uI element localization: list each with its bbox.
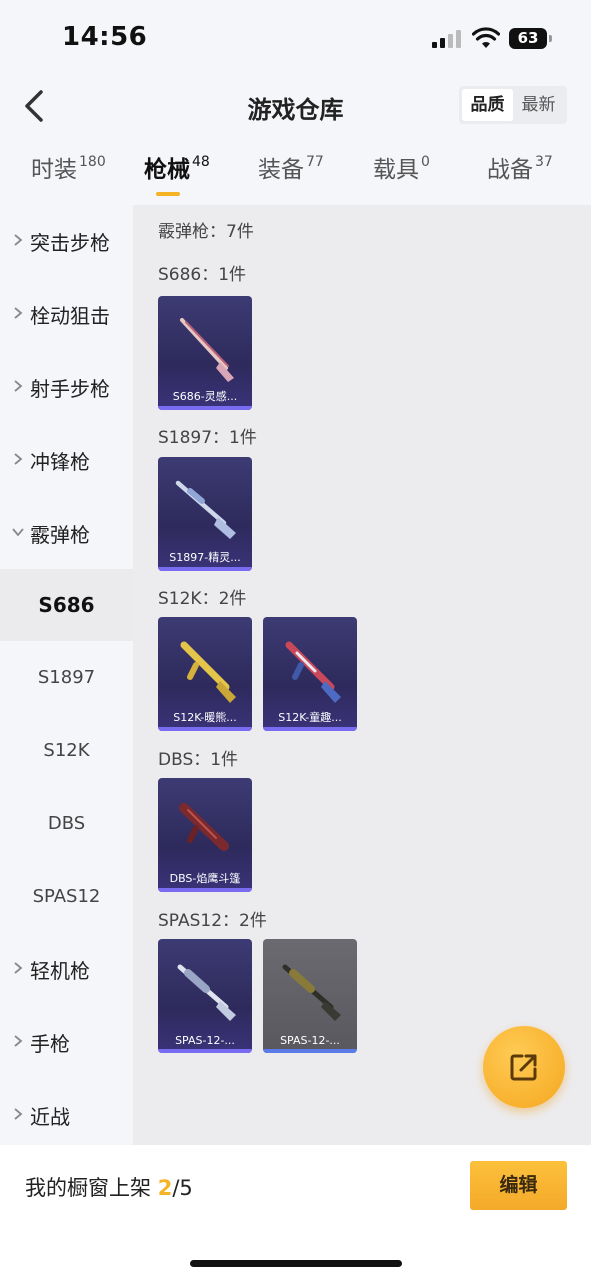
rarity-bar [158,1049,252,1053]
wifi-icon [472,27,500,48]
tab-equipment[interactable]: 装备 77 [258,150,324,200]
share-external-icon [510,1054,537,1081]
sidebar-item-melee[interactable]: 近战 [0,1079,133,1151]
rarity-bar [263,1049,357,1053]
shotgun-s12k-gold-icon [180,641,236,703]
status-time: 14:56 [62,22,148,52]
sort-toggle: 品质 最新 [459,86,567,124]
shotgun-spas12-camo-icon [282,964,341,1021]
item-card-s12k-1[interactable]: S12K-暖熊... [158,617,252,731]
edit-button[interactable]: 编辑 [470,1161,567,1210]
group-title-spas12: SPAS12：2件 [158,911,267,931]
tab-fashion[interactable]: 时装 180 [31,150,106,200]
battery-icon: 63 [509,28,552,49]
item-card-spas12-2[interactable]: SPAS-12-... [263,939,357,1053]
shotgun-dbs-icon [179,803,229,851]
chevron-right-icon [14,234,23,246]
chevron-right-icon [14,1035,23,1047]
category-summary: 霰弹枪：7件 [158,222,254,242]
showcase-status: 我的橱窗上架 2/5 [25,1176,193,1200]
sidebar-item-marksman-rifle[interactable]: 射手步枪 [0,351,133,423]
status-bar: 14:56 63 [0,0,591,80]
home-indicator[interactable] [190,1260,402,1267]
group-title-s686: S686：1件 [158,265,247,285]
group-title-dbs: DBS：1件 [158,750,239,770]
sidebar-item-shotgun[interactable]: 霰弹枪 [0,497,133,569]
sidebar-sub-dbs[interactable]: DBS [0,788,133,860]
item-card-s12k-2[interactable]: S12K-童趣... [263,617,357,731]
sidebar: 突击步枪 栓动狙击 射手步枪 冲锋枪 霰弹枪 S686 S1897 S12K D… [0,205,133,1145]
chevron-right-icon [14,962,23,974]
shotgun-spas12-icon [177,964,236,1021]
sidebar-item-pistol[interactable]: 手枪 [0,1006,133,1078]
group-title-s1897: S1897：1件 [158,428,257,448]
sidebar-sub-s12k[interactable]: S12K [0,715,133,787]
sidebar-sub-s1897[interactable]: S1897 [0,642,133,714]
sidebar-item-assault-rifle[interactable]: 突击步枪 [0,205,133,277]
sidebar-sub-spas12[interactable]: SPAS12 [0,861,133,933]
item-card-spas12-1[interactable]: SPAS-12-... [158,939,252,1053]
sidebar-item-smg[interactable]: 冲锋枪 [0,424,133,496]
cellular-signal-icon [432,30,464,48]
footer-bar: 我的橱窗上架 2/5 编辑 [0,1145,591,1280]
sidebar-item-bolt-sniper[interactable]: 栓动狙击 [0,278,133,350]
header: 游戏仓库 品质 最新 [0,80,591,136]
shotgun-s686-icon [180,318,234,382]
active-tab-indicator [156,192,180,196]
shotgun-s12k-flag-icon [285,641,341,703]
tab-vehicles[interactable]: 载具 0 [373,150,430,200]
rarity-bar [158,406,252,410]
tab-supplies[interactable]: 战备 37 [487,150,553,200]
sidebar-item-lmg[interactable]: 轻机枪 [0,933,133,1005]
chevron-right-icon [14,453,23,465]
rarity-bar [158,727,252,731]
sort-quality-button[interactable]: 品质 [462,89,513,121]
chevron-right-icon [14,1108,23,1120]
rarity-bar [263,727,357,731]
sidebar-sub-s686[interactable]: S686 [0,569,133,641]
sort-newest-button[interactable]: 最新 [513,89,564,121]
rarity-bar [158,567,252,571]
category-tabs: 时装 180 枪械 48 装备 77 载具 0 战备 37 [0,150,591,204]
chevron-right-icon [14,307,23,319]
chevron-down-icon [12,528,24,537]
item-card-s1897[interactable]: S1897-精灵... [158,457,252,571]
rarity-bar [158,888,252,892]
item-card-dbs[interactable]: DBS-焰鹰斗篷 [158,778,252,892]
share-fab-button[interactable] [483,1026,565,1108]
back-arrow-icon[interactable] [20,86,50,126]
inventory-content: 霰弹枪：7件 S686：1件 S686-灵感... S1897：1件 S1897… [133,205,591,1145]
shotgun-s1897-icon [175,480,236,539]
chevron-right-icon [14,380,23,392]
item-card-s686[interactable]: S686-灵感... [158,296,252,410]
group-title-s12k: S12K：2件 [158,589,247,609]
